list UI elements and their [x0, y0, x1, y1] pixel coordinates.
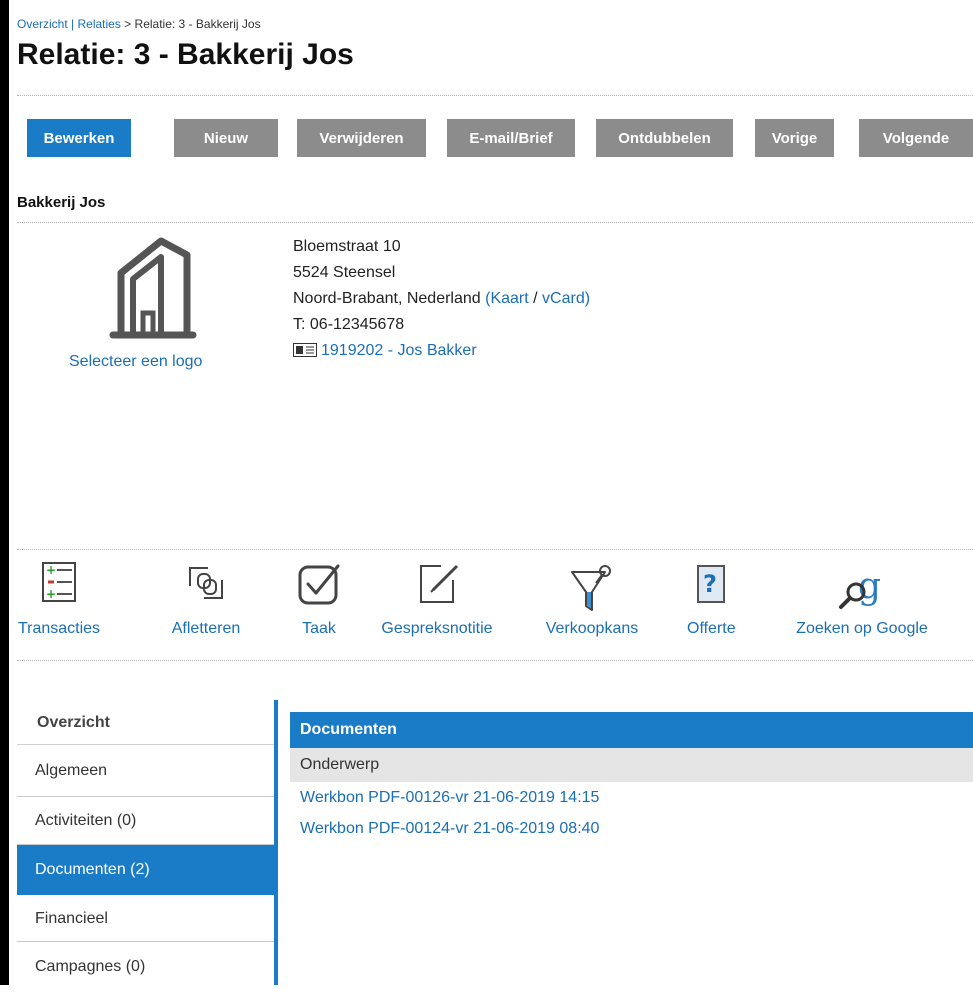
address-region: Noord-Brabant, Nederland: [293, 290, 481, 307]
sidebar-item-activities[interactable]: Activiteiten (0): [17, 797, 274, 845]
breadcrumb-relations-link[interactable]: Relaties: [77, 17, 120, 31]
sidebar-item-documents[interactable]: Documenten (2): [17, 845, 274, 895]
list-item: Werkbon PDF-00126-vr 21-06-2019 14:15: [290, 782, 973, 813]
dedupe-button[interactable]: Ontdubbelen: [596, 119, 733, 157]
breadcrumb-overview-link[interactable]: Overzicht: [17, 17, 68, 31]
documents-panel: Documenten Onderwerp Werkbon PDF-00126-v…: [290, 712, 973, 844]
task-check-icon: [295, 562, 343, 618]
address-street: Bloemstraat 10: [293, 238, 401, 255]
call-note-action[interactable]: Gespreksnotitie: [367, 562, 507, 638]
delete-button[interactable]: Verwijderen: [297, 119, 426, 157]
action-label: Transacties: [17, 620, 101, 637]
action-label: Gespreksnotitie: [381, 620, 493, 637]
document-link[interactable]: Werkbon PDF-00124-vr 21-06-2019 08:40: [300, 820, 599, 837]
action-label: Afletteren: [171, 620, 241, 637]
divider: [17, 95, 973, 96]
relation-page: Overzicht | Relaties > Relatie: 3 - Bakk…: [17, 0, 973, 985]
transactions-icon: + +: [17, 562, 101, 618]
left-frame-border: [0, 0, 9, 985]
map-link[interactable]: Kaart: [490, 290, 528, 307]
divider: [17, 222, 973, 223]
document-link[interactable]: Werkbon PDF-00126-vr 21-06-2019 14:15: [300, 789, 599, 806]
divider: [17, 660, 973, 661]
breadcrumb-separator: >: [120, 17, 135, 31]
quick-actions-bar: + + Transacties Afletteren Taak Gespreksn…: [17, 562, 973, 652]
contact-card-icon: [293, 340, 317, 366]
contact-person-link[interactable]: 1919202 - Jos Bakker: [321, 342, 477, 359]
previous-button[interactable]: Vorige: [755, 119, 834, 157]
documents-panel-title: Documenten: [290, 712, 973, 748]
note-edit-icon: [367, 562, 507, 618]
address-region-line: Noord-Brabant, Nederland (Kaart / vCard): [293, 290, 591, 307]
address-block: Bloemstraat 10 5524 Steensel Noord-Braba…: [293, 234, 590, 364]
email-letter-button[interactable]: E-mail/Brief: [447, 119, 575, 157]
google-search-icon: g: [783, 562, 941, 618]
sidebar-item-general[interactable]: Algemeen: [17, 745, 274, 797]
transactions-action[interactable]: + + Transacties: [17, 562, 101, 638]
column-header-subject[interactable]: Onderwerp: [290, 748, 973, 782]
sidebar-item-financial[interactable]: Financieel: [17, 895, 274, 942]
task-action[interactable]: Taak: [295, 562, 343, 638]
link-icon: [160, 562, 252, 618]
action-label: Verkoopkans: [545, 620, 639, 637]
quote-action[interactable]: ? Offerte: [687, 562, 736, 638]
toolbar: Bewerken Nieuw Verwijderen E-mail/Brief …: [27, 119, 973, 157]
action-label: Taak: [302, 620, 336, 637]
action-label: Zoeken op Google: [796, 620, 928, 637]
building-icon: [17, 235, 279, 345]
google-search-action[interactable]: g Zoeken op Google: [783, 562, 941, 638]
action-label: Offerte: [687, 620, 736, 637]
svg-text:?: ?: [703, 570, 717, 598]
relation-name-heading: Bakkerij Jos: [17, 194, 106, 211]
sidebar-accent-border: [274, 700, 278, 985]
svg-text:+: +: [46, 587, 56, 601]
page-title: Relatie: 3 - Bakkerij Jos: [17, 38, 354, 71]
sidebar-item-campaigns[interactable]: Campagnes (0): [17, 942, 274, 985]
phone-number: T: 06-12345678: [293, 316, 405, 333]
breadcrumb-separator: |: [67, 17, 78, 31]
select-logo-link[interactable]: Selecteer een logo: [69, 353, 202, 371]
next-button[interactable]: Volgende: [859, 119, 973, 157]
address-city: 5524 Steensel: [293, 264, 396, 281]
sidebar-header-overview[interactable]: Overzicht: [17, 700, 274, 745]
sidebar: Overzicht Algemeen Activiteiten (0) Docu…: [17, 700, 274, 985]
contact-line: 1919202 - Jos Bakker: [293, 338, 590, 364]
edit-button[interactable]: Bewerken: [27, 119, 131, 157]
funnel-icon: [537, 562, 647, 618]
reconcile-action[interactable]: Afletteren: [160, 562, 252, 638]
svg-text:+: +: [46, 563, 56, 577]
new-button[interactable]: Nieuw: [174, 119, 278, 157]
divider: [17, 549, 973, 550]
breadcrumb-current: Relatie: 3 - Bakkerij Jos: [134, 17, 261, 31]
opportunity-action[interactable]: Verkoopkans: [537, 562, 647, 638]
list-item: Werkbon PDF-00124-vr 21-06-2019 08:40: [290, 813, 973, 844]
quote-icon: ?: [687, 562, 735, 618]
logo-placeholder[interactable]: [17, 235, 279, 345]
breadcrumb: Overzicht | Relaties > Relatie: 3 - Bakk…: [17, 17, 261, 31]
vcard-link[interactable]: vCard: [542, 290, 585, 307]
